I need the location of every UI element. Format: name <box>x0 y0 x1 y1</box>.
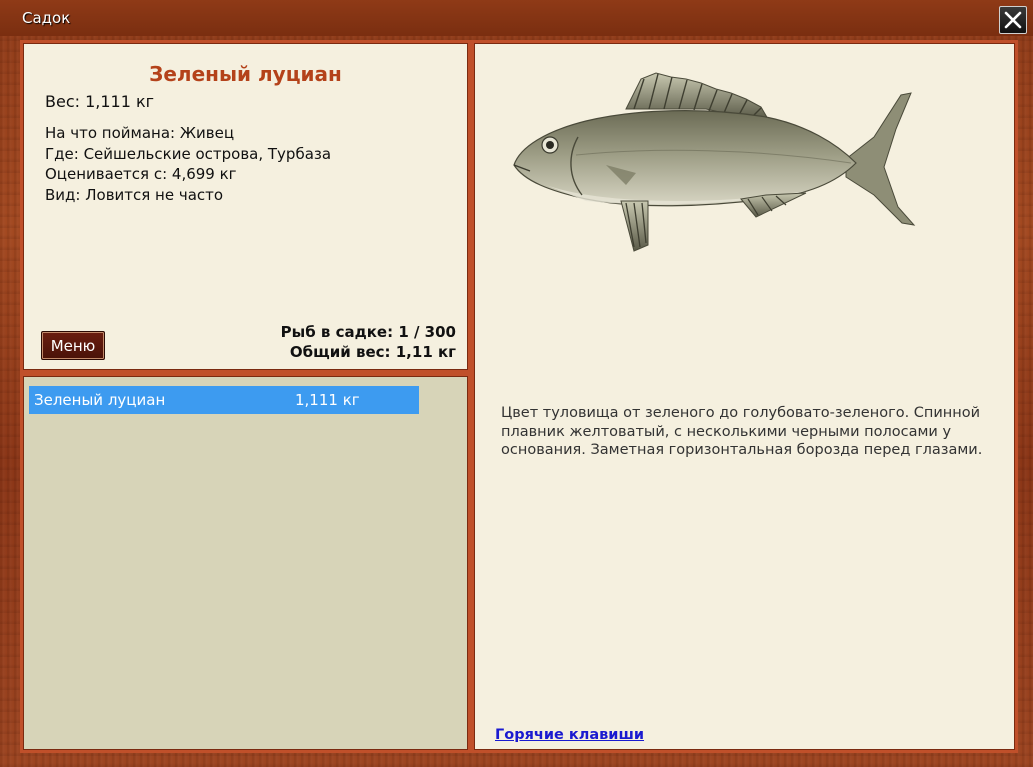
hotkeys-link[interactable]: Горячие клавиши <box>495 727 644 743</box>
fish-info-lines: На что поймана: Живец Где: Сейшельские о… <box>45 123 331 205</box>
list-item-weight: 1,111 кг <box>295 391 360 409</box>
fish-description: Цвет туловища от зеленого до голубовато-… <box>501 405 983 458</box>
fish-name-heading: Зеленый луциан <box>149 62 342 86</box>
keepnet-stats: Рыб в садке: 1 / 300 Общий вес: 1,11 кг <box>281 322 456 362</box>
caught-on-text: На что поймана: Живец <box>45 124 235 142</box>
rarity-text: Вид: Ловится не часто <box>45 185 224 204</box>
total-weight-text: Общий вес: 1,11 кг <box>289 343 456 361</box>
window-title: Садок <box>22 9 71 27</box>
close-icon <box>1004 11 1022 29</box>
location-text: Где: Сейшельские острова, Турбаза <box>45 144 332 163</box>
fish-list-panel: Зеленый луциан 1,111 кг <box>20 373 471 753</box>
fish-info-panel: Зеленый луциан Вес: 1,111 кг На что пойм… <box>20 40 471 373</box>
close-button[interactable] <box>999 6 1027 34</box>
fish-count-text: Рыб в садке: 1 / 300 <box>280 323 456 341</box>
fish-image <box>513 72 916 252</box>
title-bar: Садок <box>0 0 1033 36</box>
keepnet-window: Садок Зеленый луциан Вес: 1,111 кг На чт… <box>0 0 1033 767</box>
valued-from-text: Оценивается с: 4,699 кг <box>45 165 237 183</box>
list-item[interactable]: Зеленый луциан 1,111 кг <box>29 386 419 414</box>
fish-details-panel: Цвет туловища от зеленого до голубовато-… <box>471 40 1018 753</box>
list-item-name: Зеленый луциан <box>34 391 166 409</box>
menu-button[interactable]: Меню <box>41 331 105 360</box>
fish-weight: Вес: 1,111 кг <box>45 92 155 111</box>
